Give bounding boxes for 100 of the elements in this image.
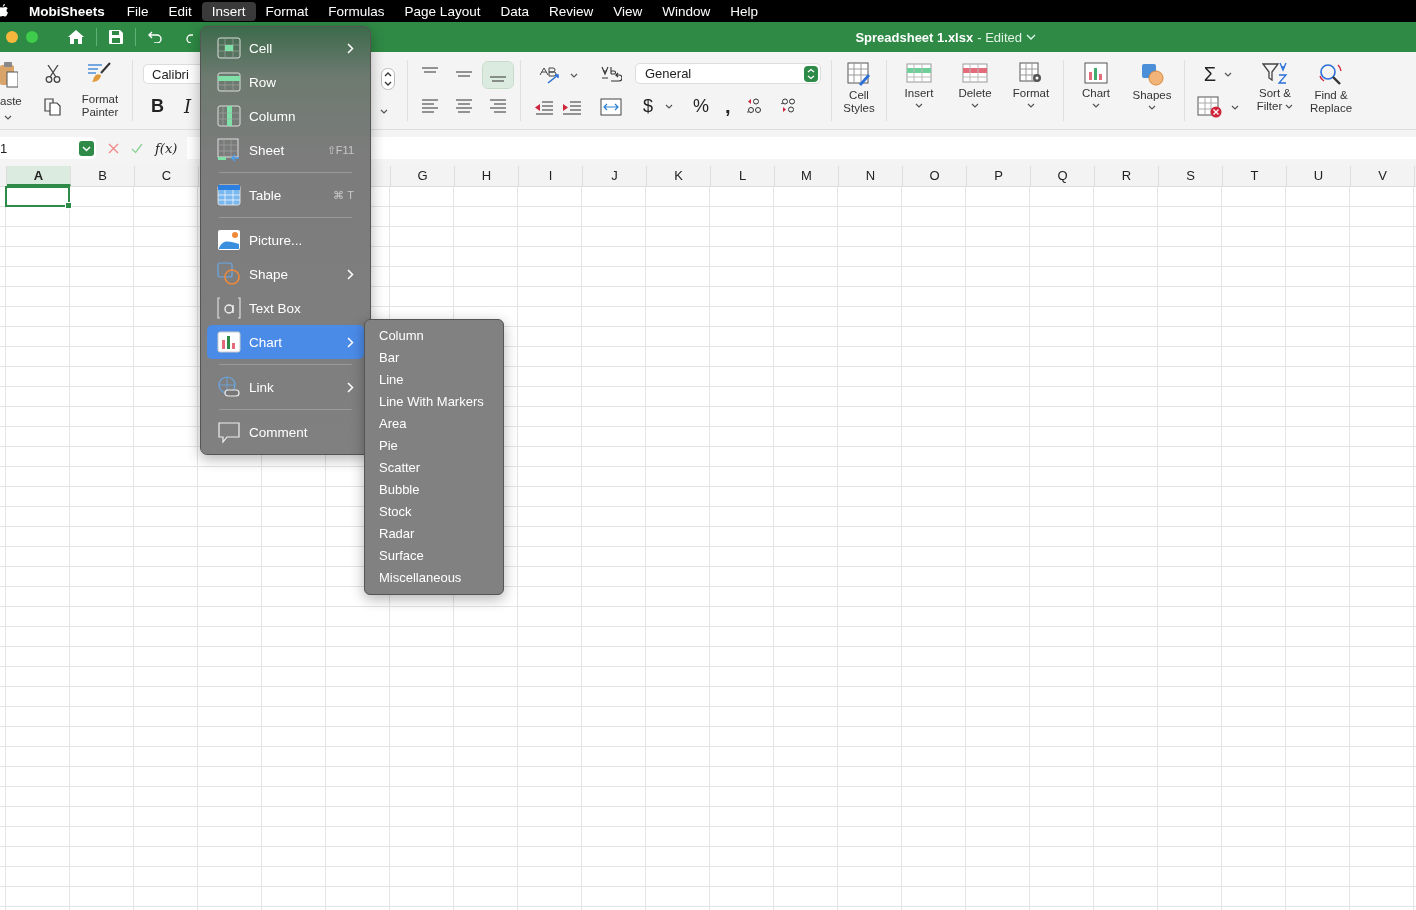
menu-item[interactable]: Column: [207, 99, 364, 133]
sheet-column-label[interactable]: L: [711, 166, 775, 186]
name-box[interactable]: 1: [0, 137, 96, 159]
decrease-indent-icon[interactable]: [534, 99, 554, 116]
sheet-column-label[interactable]: V: [1351, 166, 1415, 186]
menu-item[interactable]: Text Box: [207, 291, 364, 325]
chart-type-item[interactable]: Radar: [365, 523, 503, 545]
selected-cell[interactable]: [5, 186, 70, 207]
caret-icon[interactable]: [1231, 104, 1239, 110]
chart-type-item[interactable]: Line: [365, 369, 503, 391]
sheet-column-label[interactable]: M: [775, 166, 839, 186]
menu-item[interactable]: Table ⌘ T: [207, 178, 364, 212]
menu-bar-item[interactable]: Review: [538, 1, 604, 21]
cancel-icon[interactable]: [108, 142, 119, 154]
sheet-column-label[interactable]: T: [1223, 166, 1287, 186]
menu-bar-item[interactable]: View: [603, 1, 653, 21]
sheet-column-label[interactable]: A: [7, 166, 71, 186]
menu-item[interactable]: Row: [207, 65, 364, 99]
menu-item[interactable]: Picture...: [207, 223, 364, 257]
currency-button[interactable]: $: [643, 95, 653, 117]
sheet-column-label[interactable]: I: [519, 166, 583, 186]
vertical-align-icon[interactable]: [483, 61, 513, 88]
menu-item[interactable]: Shape: [207, 257, 364, 291]
menu-item[interactable]: Sheet ⇧F11: [207, 133, 364, 167]
caret-icon[interactable]: [665, 103, 673, 109]
insert-function-button[interactable]: f(x): [155, 140, 178, 156]
caret-icon[interactable]: [570, 72, 578, 78]
app-name-menu[interactable]: MobiSheets: [24, 3, 110, 19]
sheet-column-label[interactable]: U: [1287, 166, 1351, 186]
sheet-column-label[interactable]: B: [71, 166, 135, 186]
sheet-column-label[interactable]: Q: [1031, 166, 1095, 186]
sheet-column-label[interactable]: J: [583, 166, 647, 186]
ribbon-button[interactable]: Format: [1003, 52, 1059, 129]
menu-item[interactable]: Cell: [207, 31, 364, 65]
chart-type-item[interactable]: Miscellaneous: [365, 567, 503, 589]
sheet-column-label[interactable]: K: [647, 166, 711, 186]
autosum-button[interactable]: Σ: [1203, 63, 1217, 86]
stepper-icon[interactable]: [381, 67, 395, 90]
spelling-icon[interactable]: [538, 65, 562, 86]
wrap-text-icon[interactable]: [600, 64, 622, 85]
menu-bar-item[interactable]: Page Layout: [394, 1, 491, 21]
ribbon-button[interactable]: Delete: [947, 52, 1003, 129]
sheet-column-label[interactable]: C: [135, 166, 199, 186]
redo-icon[interactable]: [186, 31, 194, 43]
menu-item[interactable]: Comment: [207, 415, 364, 449]
menu-bar-item[interactable]: Edit: [158, 1, 202, 21]
chevron-icon[interactable]: [1026, 34, 1036, 40]
undo-icon[interactable]: [148, 31, 162, 43]
ribbon-button[interactable]: Chart: [1068, 52, 1124, 129]
chart-type-item[interactable]: Pie: [365, 435, 503, 457]
chart-type-item[interactable]: Column: [365, 325, 503, 347]
chart-type-item[interactable]: Stock: [365, 501, 503, 523]
format-painter-label[interactable]: Format Painter: [72, 92, 128, 119]
home-icon[interactable]: [68, 30, 84, 44]
sheet-column-label[interactable]: S: [1159, 166, 1223, 186]
save-icon[interactable]: [109, 30, 123, 44]
menu-bar-item[interactable]: Format: [255, 1, 319, 21]
paste-label[interactable]: aste: [0, 94, 22, 108]
minimize-button[interactable]: [6, 31, 18, 43]
sheet-column-label[interactable]: H: [455, 166, 519, 186]
sheet-column-label[interactable]: N: [839, 166, 903, 186]
merge-cells-icon[interactable]: [600, 98, 622, 117]
chart-type-item[interactable]: Area: [365, 413, 503, 435]
menu-bar-item[interactable]: Data: [490, 1, 539, 21]
ribbon-button[interactable]: Shapes: [1124, 52, 1180, 129]
menu-bar-item[interactable]: Help: [720, 1, 768, 21]
sheet-column-label[interactable]: G: [391, 166, 455, 186]
menu-bar-item[interactable]: Formulas: [318, 1, 395, 21]
chart-type-item[interactable]: Bubble: [365, 479, 503, 501]
comma-button[interactable]: ,: [725, 94, 731, 118]
sheet-column-label[interactable]: O: [903, 166, 967, 186]
apple-icon[interactable]: [0, 4, 8, 18]
menu-bar-item[interactable]: File: [116, 1, 159, 21]
italic-button[interactable]: I: [184, 96, 192, 117]
ribbon-button[interactable]: Find & Replace: [1303, 52, 1359, 129]
font-field[interactable]: Calibri: [143, 64, 203, 84]
chart-type-item[interactable]: Line With Markers: [365, 391, 503, 413]
ribbon-button[interactable]: Sort & Filter: [1247, 52, 1303, 129]
caret-icon[interactable]: [380, 108, 388, 114]
chart-type-item[interactable]: Scatter: [365, 457, 503, 479]
chart-type-item[interactable]: Bar: [365, 347, 503, 369]
menu-bar-item[interactable]: Window: [652, 1, 721, 21]
paintbrush-icon[interactable]: [88, 62, 112, 85]
percent-button[interactable]: %: [693, 95, 710, 117]
sheet-column-label[interactable]: P: [967, 166, 1031, 186]
bold-button[interactable]: B: [151, 96, 164, 117]
sheet-column-label[interactable]: R: [1095, 166, 1159, 186]
chart-type-item[interactable]: Surface: [365, 545, 503, 567]
caret-icon[interactable]: [1224, 72, 1233, 77]
ribbon-button[interactable]: Insert: [891, 52, 947, 129]
copy-icon[interactable]: [44, 97, 62, 116]
increase-indent-icon[interactable]: [562, 99, 582, 116]
caret-icon[interactable]: [4, 114, 12, 120]
clipboard-icon[interactable]: [0, 61, 18, 88]
cut-icon[interactable]: [45, 65, 61, 84]
menu-bar-item[interactable]: Insert: [201, 1, 256, 21]
ribbon-button[interactable]: Cell Styles: [836, 52, 882, 129]
menu-item[interactable]: Link: [207, 370, 364, 404]
number-format-dropdown[interactable]: General: [635, 63, 821, 85]
clear-cells-icon[interactable]: [1197, 96, 1223, 118]
